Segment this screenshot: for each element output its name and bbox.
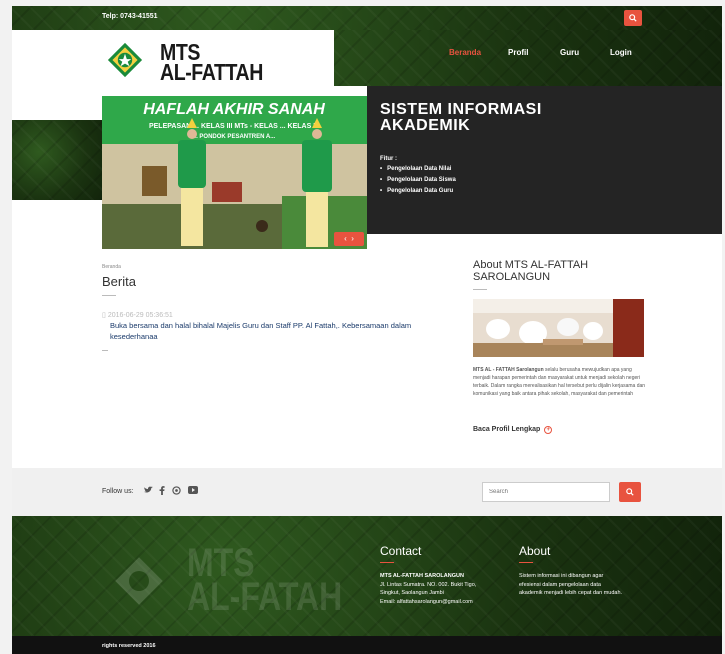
page: Telp: 0743-41551 MTS AL-FATTAH Beranda P… bbox=[12, 6, 722, 654]
top-search-button[interactable] bbox=[624, 10, 642, 26]
about-divider bbox=[473, 289, 487, 290]
feature-item: Pengelolaan Data Guru bbox=[380, 188, 456, 194]
nav-login[interactable]: Login bbox=[610, 48, 632, 57]
logo-line-2: AL-FATTAH bbox=[160, 59, 263, 85]
follow-label: Follow us: bbox=[102, 488, 134, 495]
title-divider bbox=[102, 295, 116, 296]
hero-green-band bbox=[12, 120, 102, 200]
about-title: About MTS AL-FATTAH SAROLANGUN bbox=[473, 259, 589, 283]
classroom-photo bbox=[473, 299, 644, 357]
instagram-icon[interactable] bbox=[172, 486, 181, 497]
contact-divider bbox=[380, 562, 394, 563]
footer-about-title: About bbox=[519, 544, 551, 558]
slide-nav-buttons[interactable]: ‹ › bbox=[334, 232, 364, 246]
emblem-watermark-icon bbox=[115, 557, 163, 605]
hero-title-line1: SISTEM INFORMASI bbox=[380, 101, 542, 118]
nav-profil[interactable]: Profil bbox=[508, 48, 528, 57]
top-bar: Telp: 0743-41551 bbox=[12, 6, 722, 30]
feature-item: Pengelolaan Data Siswa bbox=[380, 177, 456, 183]
read-profile-label: Baca Profil Lengkap bbox=[473, 426, 541, 433]
footer-about-line: efesiensi dalam pengelolaan data bbox=[519, 581, 601, 588]
footer: MTS AL-FATAH Contact MTS AL-FATTAH SAROL… bbox=[12, 516, 722, 636]
file-icon: ▯ bbox=[102, 312, 106, 319]
nav-guru[interactable]: Guru bbox=[560, 48, 579, 57]
chevron-left-icon[interactable]: ‹ bbox=[344, 234, 347, 243]
hero-slide-image: HAFLAH AKHIR SANAH PELEPASAN ... KELAS I… bbox=[102, 96, 367, 249]
slide-photo: HAFLAH AKHIR SANAH PELEPASAN ... KELAS I… bbox=[102, 96, 367, 249]
phone-number: Telp: 0743-41551 bbox=[102, 13, 158, 20]
news-date-text: 2016-06-29 05:36:51 bbox=[107, 312, 173, 319]
contact-email[interactable]: Email: alfattahsarolangun@gmail.com bbox=[380, 599, 473, 605]
features-label: Fitur : bbox=[380, 156, 397, 162]
bottom-bar: rights reserved 2016 bbox=[12, 636, 722, 654]
footer-about-divider bbox=[519, 562, 533, 563]
news-divider bbox=[102, 350, 108, 351]
footer-about-text: Sistem informasi ini dibangun agar efesi… bbox=[519, 572, 622, 598]
hero-title: SISTEM INFORMASI AKADEMIK bbox=[380, 102, 542, 134]
read-profile-link[interactable]: Baca Profil Lengkap + bbox=[473, 426, 553, 434]
search-input[interactable] bbox=[482, 482, 610, 502]
facebook-icon[interactable] bbox=[159, 486, 165, 497]
copyright-text: rights reserved 2016 bbox=[102, 643, 156, 649]
page-title: Berita bbox=[102, 274, 136, 289]
logo-text: MTS AL-FATTAH bbox=[160, 41, 263, 85]
search-button[interactable] bbox=[619, 482, 641, 502]
feature-item: Pengelolaan Data Nilai bbox=[380, 166, 456, 172]
watermark-line2: AL-FATAH bbox=[187, 575, 343, 619]
about-image bbox=[473, 299, 644, 357]
plus-circle-icon: + bbox=[544, 426, 553, 434]
news-date: ▯ 2016-06-29 05:36:51 bbox=[102, 311, 173, 319]
twitter-icon[interactable] bbox=[144, 486, 153, 496]
kemenag-emblem-icon bbox=[107, 42, 143, 78]
slide-banner-line1: HAFLAH AKHIR SANAH bbox=[143, 101, 325, 118]
slide-banner-line3: ... PONDOK PESANTREN A... bbox=[193, 134, 276, 140]
nav-beranda[interactable]: Beranda bbox=[449, 48, 481, 57]
slide-banner-line2: PELEPASAN ... KELAS III MTs - KELAS ... … bbox=[149, 123, 319, 130]
about-text: MTS AL - FATTAH Sarolangun selalu berusa… bbox=[473, 366, 648, 398]
contact-address-1: Jl. Lintas Sumatra. NO. 002. Bukit Tigo, bbox=[380, 581, 477, 588]
footer-watermark: MTS AL-FATAH bbox=[187, 543, 343, 619]
contact-details: MTS AL-FATTAH SAROLANGUN Jl. Lintas Suma… bbox=[380, 572, 476, 606]
footer-about-line: Sistem informasi ini dibangun agar bbox=[519, 573, 604, 579]
news-link[interactable]: Buka bersama dan halal bihalal Majelis G… bbox=[110, 320, 440, 342]
search-icon bbox=[629, 14, 637, 22]
about-text-bold: MTS AL - FATTAH Sarolangun bbox=[473, 367, 544, 373]
features-list: Pengelolaan Data Nilai Pengelolaan Data … bbox=[380, 166, 456, 199]
search-icon bbox=[626, 488, 634, 496]
contact-title: Contact bbox=[380, 544, 422, 558]
contact-address-2: Singkut, Saolangun Jambi bbox=[380, 590, 444, 596]
breadcrumb[interactable]: Beranda bbox=[102, 264, 121, 270]
youtube-icon[interactable] bbox=[188, 486, 198, 496]
contact-name: MTS AL-FATTAH SAROLANGUN bbox=[380, 573, 464, 579]
hero-title-line2: AKADEMIK bbox=[380, 117, 471, 134]
chevron-right-icon[interactable]: › bbox=[351, 234, 354, 243]
footer-about-line: akademik menjadi lebih cepat dan mudah. bbox=[519, 590, 623, 596]
follow-strip: Follow us: bbox=[12, 468, 722, 516]
